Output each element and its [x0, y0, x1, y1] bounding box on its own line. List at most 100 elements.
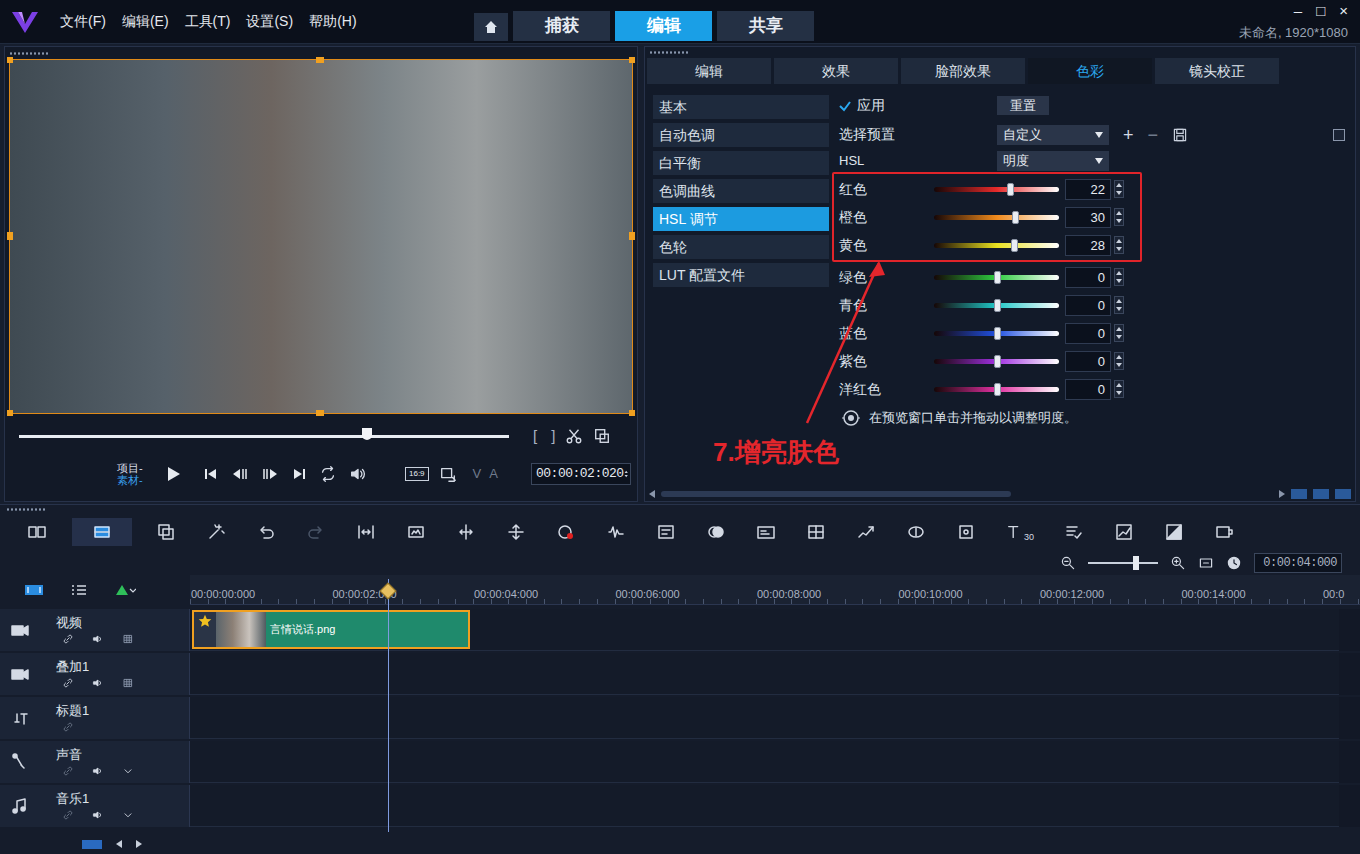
trim-mark[interactable]: ]: [551, 425, 555, 448]
main-tab-label[interactable]: 共享: [749, 13, 783, 39]
speaker-icon[interactable]: [92, 809, 104, 821]
panel-tab[interactable]: 镜头校正: [1155, 58, 1279, 84]
voice-track-icon[interactable]: [10, 752, 30, 772]
copy-icon[interactable]: [593, 427, 611, 445]
add-marker-icon[interactable]: [114, 582, 136, 598]
track-lane[interactable]: [190, 653, 1339, 695]
panel-tab[interactable]: 色彩: [1028, 58, 1152, 84]
scroll-right-icon[interactable]: [1279, 490, 1285, 498]
save-icon[interactable]: [1172, 127, 1188, 143]
menu-item[interactable]: 编辑(E): [114, 11, 177, 32]
slider-value[interactable]: 0: [1065, 323, 1111, 344]
slider-track[interactable]: [934, 303, 1059, 308]
panel-tab[interactable]: 脸部效果: [901, 58, 1025, 84]
play-mode-text[interactable]: 项目-: [117, 462, 143, 474]
speed-icon[interactable]: [856, 522, 876, 542]
slider-thumb[interactable]: [994, 299, 1001, 312]
layout-button[interactable]: [1335, 489, 1351, 499]
view-mode-button[interactable]: [22, 518, 52, 546]
track-header[interactable]: 视频: [0, 609, 190, 651]
home-icon[interactable]: [483, 19, 499, 35]
preview-frame[interactable]: [9, 59, 633, 414]
slider-thumb[interactable]: [994, 271, 1001, 284]
chart-icon[interactable]: [1114, 522, 1134, 542]
slider-thumb[interactable]: [1012, 211, 1019, 224]
spinner-icon[interactable]: [1114, 324, 1124, 342]
category-label[interactable]: 白平衡: [659, 153, 701, 174]
spinner-icon[interactable]: [1114, 296, 1124, 314]
checklist-icon[interactable]: [1064, 522, 1084, 542]
audio-mixer-icon[interactable]: [606, 522, 626, 542]
slider-thumb[interactable]: [994, 327, 1001, 340]
next-icon[interactable]: [136, 840, 142, 848]
menu-item[interactable]: 工具(T): [177, 11, 239, 32]
main-tab[interactable]: 捕获: [513, 11, 610, 41]
zoom-fit-icon[interactable]: [456, 522, 476, 542]
speaker-icon[interactable]: [92, 765, 104, 777]
category-label[interactable]: LUT 配置文件: [659, 265, 745, 286]
timeline-view-icon[interactable]: [91, 522, 113, 542]
spinner-icon[interactable]: [1114, 380, 1124, 398]
remove-preset-button[interactable]: −: [1148, 126, 1159, 144]
track-lane[interactable]: [190, 785, 1339, 827]
trim-mark[interactable]: [: [533, 425, 537, 448]
grid-icon[interactable]: [122, 633, 134, 645]
apply-checkbox[interactable]: [839, 100, 851, 112]
duration-text[interactable]: 0:00:04:000: [1263, 554, 1337, 572]
playhead[interactable]: [388, 579, 389, 832]
window-control[interactable]: ×: [1339, 2, 1348, 20]
category-item[interactable]: 白平衡: [653, 151, 829, 175]
link-icon[interactable]: [62, 677, 74, 689]
reset-label[interactable]: 重置: [1010, 96, 1036, 116]
slider-thumb[interactable]: [1011, 239, 1018, 252]
timecode-box[interactable]: 00:00:02:020: [531, 463, 631, 485]
slider-track[interactable]: [934, 387, 1059, 392]
zoom-track[interactable]: [1088, 562, 1158, 564]
add-preset-button[interactable]: +: [1123, 126, 1134, 144]
dropdown-arrow-icon[interactable]: [1095, 158, 1103, 164]
aspect-button[interactable]: 16:9: [405, 467, 429, 481]
aspect-label[interactable]: 16:9: [409, 470, 425, 478]
dropdown[interactable]: 自定义: [997, 125, 1109, 145]
play-mode-label[interactable]: 素材-: [117, 474, 153, 486]
scrubber-thumb[interactable]: [362, 428, 372, 440]
go-start-icon[interactable]: [203, 466, 219, 482]
undo-icon[interactable]: [256, 522, 276, 542]
volume-icon[interactable]: [349, 465, 367, 483]
copy-attributes-icon[interactable]: [156, 522, 176, 542]
panel-tab-label[interactable]: 效果: [822, 61, 850, 82]
track-lane[interactable]: [190, 697, 1339, 739]
target-adjust-icon[interactable]: [841, 409, 861, 427]
fit-timeline-icon[interactable]: [1198, 555, 1214, 571]
panel-tab-label[interactable]: 脸部效果: [935, 61, 991, 82]
link-icon[interactable]: [62, 765, 74, 777]
redo-icon[interactable]: [306, 522, 326, 542]
next-frame-icon[interactable]: [261, 466, 279, 482]
main-tab[interactable]: 编辑: [615, 11, 712, 41]
slider-value[interactable]: 0: [1065, 351, 1111, 372]
dropdown-value[interactable]: 明度: [1003, 151, 1029, 171]
slider-value[interactable]: 0: [1065, 379, 1111, 400]
color-grading-icon[interactable]: [1164, 522, 1184, 542]
slider-value[interactable]: 28: [1065, 235, 1111, 256]
storyboard-view-icon[interactable]: [26, 522, 48, 542]
window-control[interactable]: –: [1294, 2, 1302, 20]
main-tab[interactable]: 共享: [717, 11, 814, 41]
category-item[interactable]: 色轮: [653, 235, 829, 259]
snapshot-icon[interactable]: [406, 522, 426, 542]
timecode[interactable]: 00:00:02:020: [536, 464, 624, 484]
slider-track[interactable]: [934, 331, 1059, 336]
track-toggle[interactable]: V: [473, 464, 482, 484]
track-header[interactable]: 声音: [0, 741, 190, 783]
menu-item[interactable]: 帮助(H): [301, 11, 364, 32]
reset-button[interactable]: 重置: [997, 96, 1049, 116]
spinner-icon[interactable]: [1114, 208, 1124, 226]
panel-tab-label[interactable]: 色彩: [1076, 61, 1104, 82]
category-item[interactable]: 基本: [653, 95, 829, 119]
menu-item[interactable]: 设置(S): [238, 11, 301, 32]
chapter-list-icon[interactable]: [70, 582, 88, 598]
slider-thumb[interactable]: [994, 355, 1001, 368]
subtitle-icon[interactable]: [756, 522, 776, 542]
track-lane[interactable]: 言情说话.png: [190, 609, 1339, 651]
stabilize-icon[interactable]: [956, 522, 976, 542]
